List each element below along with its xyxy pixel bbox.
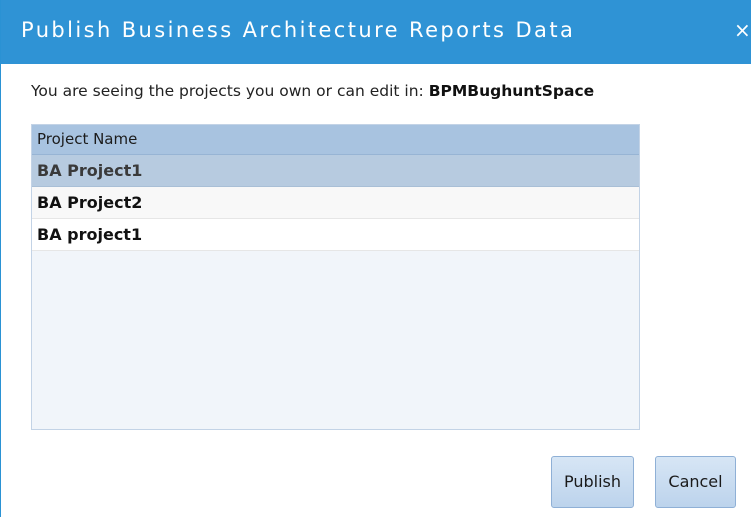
project-name-cell: BA Project1 (37, 161, 143, 180)
project-name-cell: BA project1 (37, 225, 143, 244)
table-row[interactable]: BA project1 (32, 219, 639, 251)
table-row[interactable]: BA Project2 (32, 187, 639, 219)
close-icon[interactable]: × (734, 18, 751, 42)
info-prefix: You are seeing the projects you own or c… (31, 82, 429, 100)
project-grid[interactable]: Project Name BA Project1 BA Project2 BA … (31, 124, 640, 430)
column-header-label: Project Name (37, 130, 138, 148)
publish-button[interactable]: Publish (551, 456, 634, 508)
publish-dialog: Publish Business Architecture Reports Da… (0, 0, 751, 517)
dialog-title: Publish Business Architecture Reports Da… (21, 18, 576, 42)
column-header-project-name[interactable]: Project Name (32, 125, 639, 155)
project-name-cell: BA Project2 (37, 193, 143, 212)
table-row[interactable]: BA Project1 (32, 155, 639, 187)
info-text: You are seeing the projects you own or c… (31, 82, 594, 100)
dialog-titlebar: Publish Business Architecture Reports Da… (1, 0, 751, 64)
space-name: BPMBughuntSpace (428, 82, 595, 100)
cancel-button[interactable]: Cancel (655, 456, 736, 508)
grid-rows: BA Project1 BA Project2 BA project1 (32, 155, 639, 251)
